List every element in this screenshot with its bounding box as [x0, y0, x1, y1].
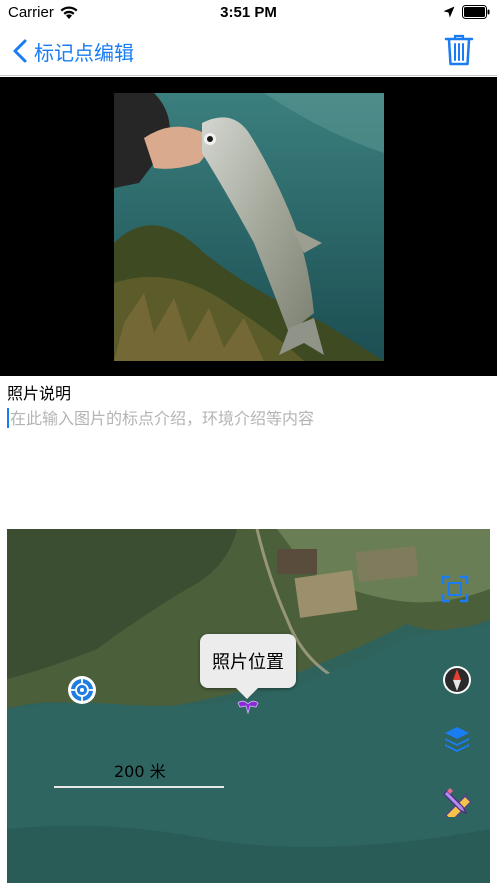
- locate-icon[interactable]: [67, 675, 97, 705]
- description-placeholder: 在此输入图片的标点介绍，环境介绍等内容: [10, 409, 315, 428]
- back-button[interactable]: 标记点编辑: [12, 36, 134, 66]
- trash-icon[interactable]: [444, 33, 474, 67]
- description-label: 照片说明: [7, 384, 72, 403]
- photo-area: [0, 77, 497, 376]
- text-caret: [7, 408, 9, 428]
- nav-title: 标记点编辑: [34, 40, 134, 65]
- photo-location-callout[interactable]: 照片位置: [200, 634, 296, 688]
- status-bar: Carrier 3:51 PM: [0, 0, 497, 26]
- compass-icon[interactable]: [442, 665, 472, 695]
- measure-icon[interactable]: [443, 787, 473, 817]
- chevron-left-icon: [13, 39, 27, 63]
- fish-photo[interactable]: [114, 93, 384, 361]
- battery-icon: [462, 5, 490, 19]
- satellite-map[interactable]: 照片位置 200 米: [7, 529, 490, 883]
- navigation-bar: 标记点编辑: [0, 26, 497, 76]
- description-input[interactable]: 在此输入图片的标点介绍，环境介绍等内容: [7, 405, 490, 515]
- photo-marker-icon[interactable]: [236, 698, 260, 714]
- fullscreen-icon[interactable]: [441, 575, 469, 603]
- layers-icon[interactable]: [443, 725, 471, 753]
- location-arrow-icon: [443, 6, 455, 18]
- map-scale-bar: [54, 786, 224, 788]
- map-scale-label: 200 米: [114, 762, 166, 781]
- clock: 3:51 PM: [220, 4, 277, 21]
